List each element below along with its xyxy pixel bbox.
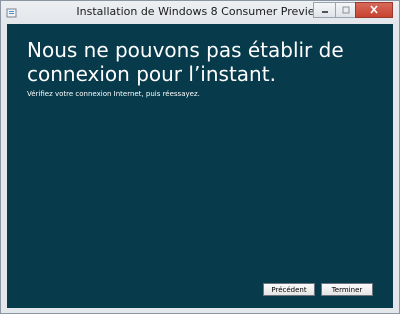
error-message: Vérifiez votre connexion Internet, puis … [27,90,200,98]
finish-button[interactable]: Terminer [321,283,373,296]
maximize-icon [341,1,351,19]
setup-window: Installation de Windows 8 Consumer Previ… [0,0,400,314]
previous-button[interactable]: Précédent [263,283,315,296]
error-heading: Nous ne pouvons pas établir de connexion… [27,38,344,86]
close-button[interactable] [355,2,393,18]
minimize-icon [320,1,330,19]
window-controls [313,2,393,18]
setup-content-panel: Nous ne pouvons pas établir de connexion… [7,24,393,308]
maximize-button[interactable] [335,2,355,18]
minimize-button[interactable] [313,2,335,18]
close-icon [369,1,379,19]
title-bar[interactable]: Installation de Windows 8 Consumer Previ… [1,1,399,24]
